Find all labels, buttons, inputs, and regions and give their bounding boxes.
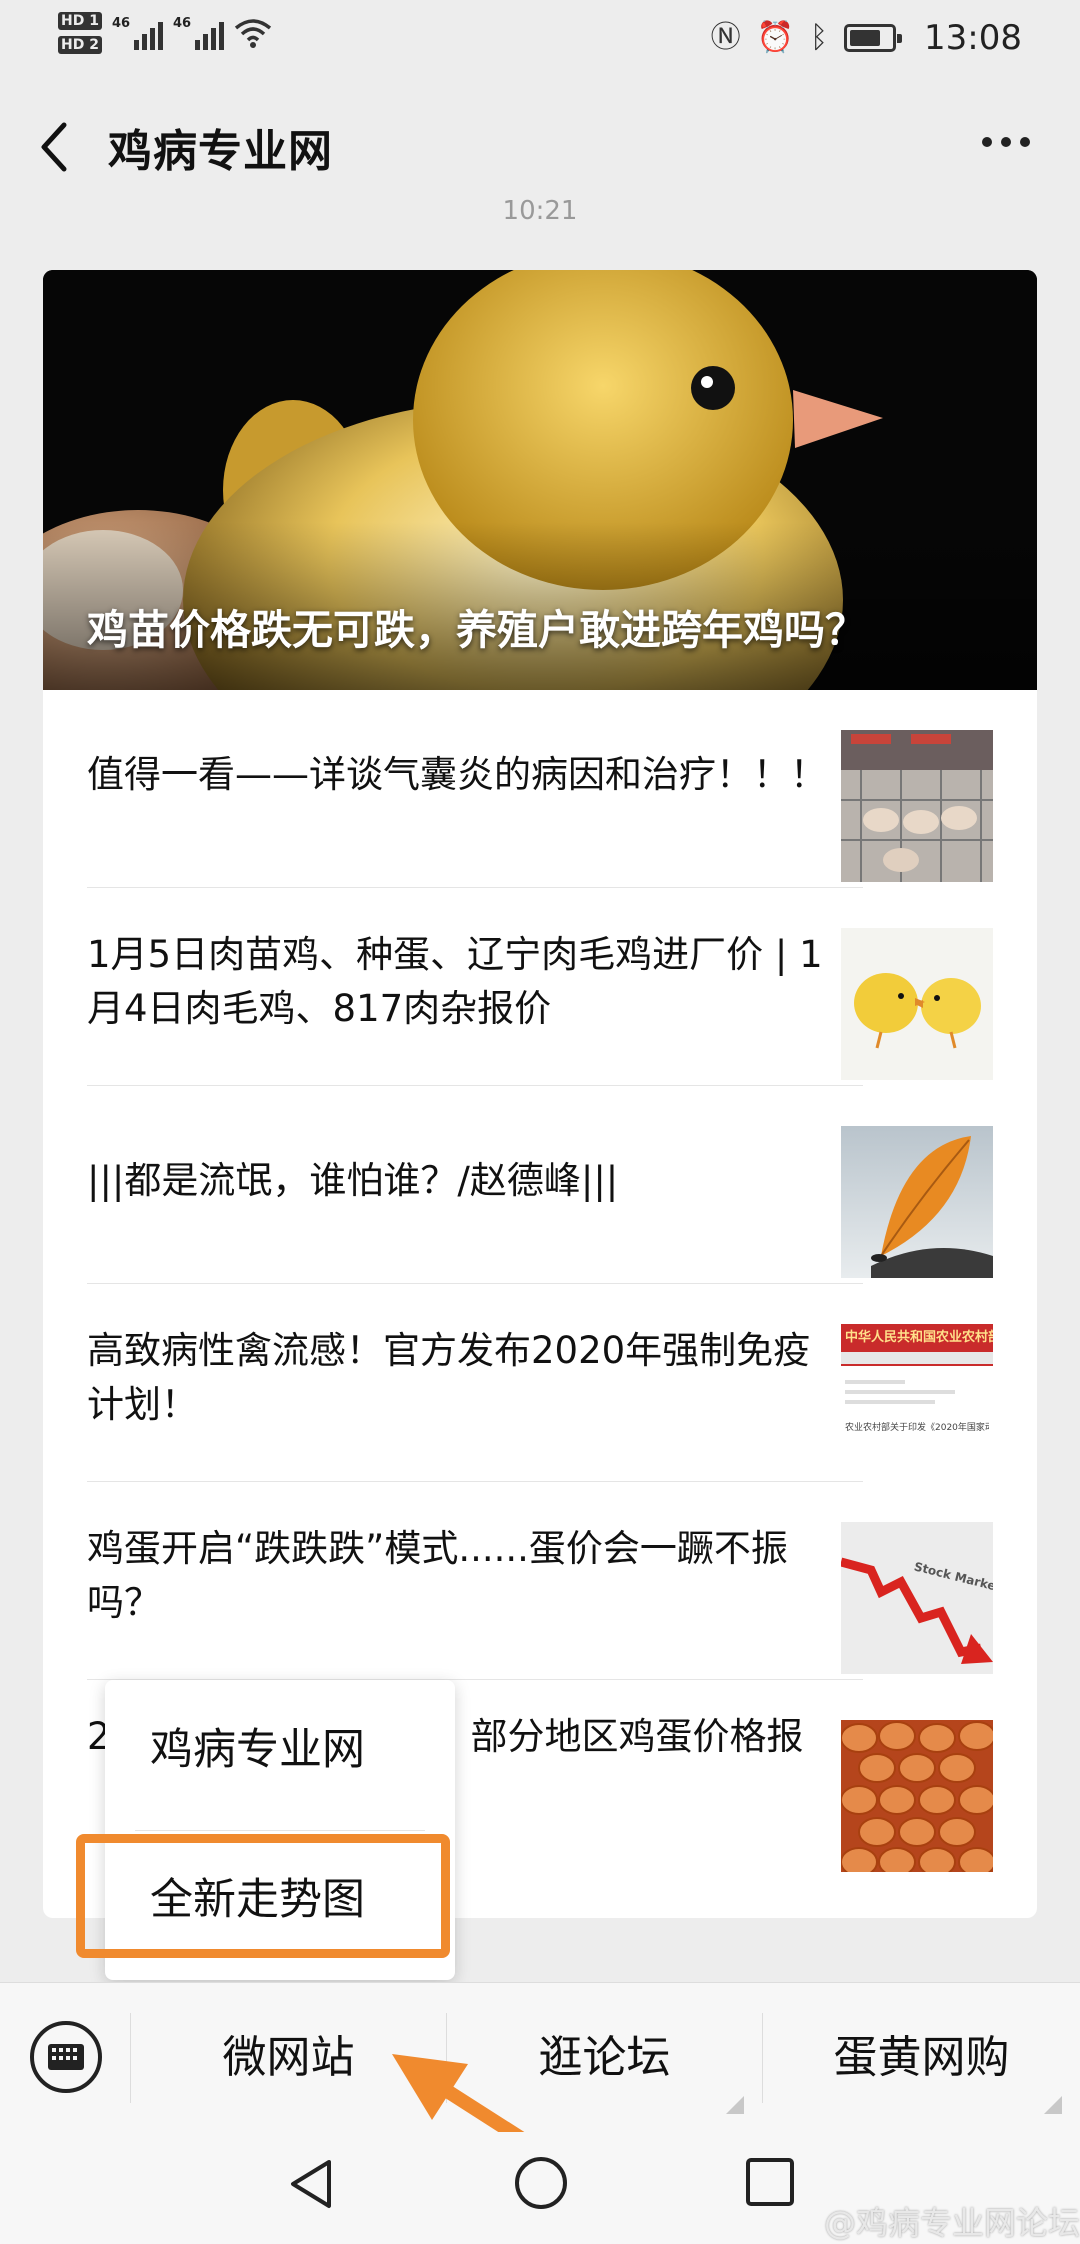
stock-market-decline-image: Stock Market (841, 1522, 993, 1674)
article-title-visible-part: 部分地区鸡蛋价格报 (470, 1715, 804, 1758)
hero-title: 鸡苗价格跌无可跌，养殖户敢进跨年鸡吗？ (87, 606, 866, 654)
recents-square-icon[interactable] (744, 2156, 796, 2208)
eggs-image (841, 1720, 993, 1872)
list-item[interactable]: 值得一看——详谈气囊炎的病因和治疗！！！ (43, 690, 1037, 888)
article-title: 高致病性禽流感！官方发布2020年强制免疫计划！ (87, 1329, 811, 1426)
two-chicks-image (841, 928, 993, 1080)
sim-indicators: HD 1 HD 2 (58, 12, 102, 54)
status-bar: HD 1 HD 2 46 46 Ⓝ ⏰ ᛒ 13:08 (0, 0, 1080, 75)
status-time: 13:08 (924, 18, 1022, 58)
highlight-box (76, 1834, 450, 1958)
article-title: |||都是流氓，谁怕谁？/赵德峰||| (87, 1159, 619, 1202)
wifi-icon (234, 19, 272, 48)
back-arrow-icon[interactable] (30, 117, 80, 177)
battery-icon (844, 24, 903, 52)
submenu-item-site[interactable]: 鸡病专业网 (105, 1680, 455, 1820)
list-item[interactable]: |||都是流氓，谁怕谁？/赵德峰||| (43, 1086, 1037, 1284)
list-item[interactable]: 鸡蛋开启“跌跌跌”模式......蛋价会一蹶不振吗？ Stock Market (43, 1482, 1037, 1680)
list-item[interactable]: 高致病性禽流感！官方发布2020年强制免疫计划！ 中华人民共和国农业农村部 农业… (43, 1284, 1037, 1482)
keyboard-icon[interactable] (30, 2021, 102, 2093)
bluetooth-icon: ᛒ (810, 20, 829, 55)
ministry-banner: 中华人民共和国农业农村部 (841, 1324, 993, 1352)
back-triangle-icon[interactable] (285, 2156, 337, 2212)
status-right: Ⓝ ⏰ ᛒ 13:08 (711, 18, 1022, 58)
home-circle-icon[interactable] (512, 2154, 570, 2212)
article-title: 值得一看——详谈气囊炎的病因和治疗！！！ (87, 753, 827, 796)
article-card: 鸡苗价格跌无可跌，养殖户敢进跨年鸡吗？ 值得一看——详谈气囊炎的病因和治疗！！！ (43, 270, 1037, 1918)
article-title: 鸡蛋开启“跌跌跌”模式......蛋价会一蹶不振吗？ (87, 1527, 788, 1624)
sim1-label: HD 1 (58, 12, 102, 30)
sim2-label: HD 2 (58, 36, 102, 54)
top-app-bar: 鸡病专业网 (0, 75, 1080, 215)
nfc-icon: Ⓝ (710, 20, 741, 55)
signal-2-icon: 46 (173, 16, 224, 50)
network-type-1: 46 (111, 16, 131, 31)
menu-button-shop[interactable]: 蛋黄网购 (763, 1983, 1080, 2133)
submenu-indicator-icon (1044, 2096, 1062, 2114)
system-nav-bar: @鸡病专业网论坛 (0, 2132, 1080, 2244)
ministry-notice-image: 中华人民共和国农业农村部 农业农村部关于印发《2020年国家动物疫 (841, 1324, 993, 1476)
hero-article[interactable]: 鸡苗价格跌无可跌，养殖户敢进跨年鸡吗？ (43, 270, 1037, 690)
signal-1-icon: 46 (112, 16, 163, 50)
status-left: HD 1 HD 2 46 46 (58, 12, 272, 54)
watermark: @鸡病专业网论坛 (823, 2204, 1080, 2242)
list-item[interactable]: 1月5日肉苗鸡、种蛋、辽宁肉毛鸡进厂价 | 1月4日肉毛鸡、817肉杂报价 (43, 888, 1037, 1086)
ministry-subtitle: 农业农村部关于印发《2020年国家动物疫 (845, 1423, 989, 1433)
more-options-icon[interactable] (982, 137, 1030, 147)
poultry-farm-image (841, 730, 993, 882)
article-title: 1月5日肉苗鸡、种蛋、辽宁肉毛鸡进厂价 | 1月4日肉毛鸡、817肉杂报价 (87, 933, 823, 1030)
network-type-2: 46 (172, 16, 192, 31)
submenu-indicator-icon (726, 2096, 744, 2114)
page-title: 鸡病专业网 (108, 126, 333, 177)
message-timestamp: 10:21 (502, 196, 578, 226)
orange-leaf-image (841, 1126, 993, 1278)
alarm-icon: ⏰ (756, 20, 795, 55)
